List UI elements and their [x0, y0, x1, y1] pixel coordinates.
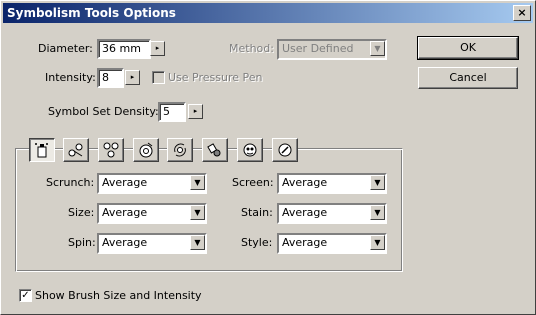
size-label: Size: — [68, 206, 95, 219]
pressure-pen-label: Use Pressure Pen — [168, 71, 263, 84]
chevron-down-icon: ▼ — [370, 41, 385, 56]
style-select[interactable]: Average ▼ — [277, 233, 387, 254]
density-slider-button[interactable]: ▸ — [188, 104, 203, 119]
tool-screener-tab[interactable] — [237, 138, 263, 162]
stain-label: Stain: — [241, 206, 273, 219]
stain-select[interactable]: Average ▼ — [277, 203, 387, 224]
density-field[interactable]: 5 — [158, 102, 186, 122]
diameter-slider-button[interactable]: ▸ — [150, 41, 165, 56]
stainer-icon — [207, 143, 221, 157]
tool-sprayer-tab[interactable] — [29, 138, 55, 162]
close-button[interactable]: × — [513, 5, 531, 21]
sprayer-icon — [35, 143, 48, 158]
chevron-down-icon[interactable]: ▼ — [190, 205, 205, 220]
scruncher-icon — [103, 142, 119, 158]
tool-styler-tab[interactable] — [272, 138, 298, 162]
method-select: User Defined ▼ — [277, 39, 387, 60]
intensity-slider-button[interactable]: ▸ — [125, 70, 140, 85]
method-value: User Defined — [282, 42, 354, 55]
show-brush-label: Show Brush Size and Intensity — [35, 289, 202, 302]
method-label: Method: — [229, 42, 274, 55]
chevron-down-icon[interactable]: ▼ — [370, 235, 385, 250]
sizer-icon — [139, 142, 153, 158]
style-value: Average — [282, 236, 328, 249]
window-title: Symbolism Tools Options — [7, 6, 176, 20]
spin-value: Average — [102, 236, 148, 249]
screen-label: Screen: — [232, 176, 274, 189]
pressure-pen-checkbox — [152, 71, 165, 84]
tool-shifter-tab[interactable] — [63, 138, 89, 162]
style-label: Style: — [241, 236, 273, 249]
size-value: Average — [102, 206, 148, 219]
screen-value: Average — [282, 176, 328, 189]
intensity-value: 8 — [102, 71, 109, 84]
screen-select[interactable]: Average ▼ — [277, 173, 387, 194]
intensity-field[interactable]: 8 — [97, 68, 124, 88]
density-value: 5 — [163, 105, 170, 118]
tool-scruncher-tab[interactable] — [98, 138, 124, 162]
intensity-label: Intensity: — [45, 71, 96, 84]
dialog-window: Symbolism Tools Options × Diameter: 36 m… — [0, 0, 536, 315]
spinner-icon — [174, 143, 186, 157]
ok-button[interactable]: OK — [417, 36, 519, 60]
chevron-down-icon[interactable]: ▼ — [190, 235, 205, 250]
spin-select[interactable]: Average ▼ — [97, 233, 207, 254]
size-select[interactable]: Average ▼ — [97, 203, 207, 224]
tool-spinner-tab[interactable] — [167, 138, 193, 162]
show-brush-checkbox[interactable]: ✓ — [19, 289, 32, 302]
title-bar[interactable]: Symbolism Tools Options × — [3, 3, 533, 23]
density-label: Symbol Set Density: — [48, 105, 159, 118]
diameter-label: Diameter: — [38, 42, 93, 55]
chevron-down-icon[interactable]: ▼ — [370, 175, 385, 190]
spin-label: Spin: — [68, 236, 96, 249]
styler-icon — [278, 143, 292, 157]
diameter-field[interactable]: 36 mm — [97, 39, 151, 59]
diameter-value: 36 mm — [102, 42, 141, 55]
cancel-button[interactable]: Cancel — [418, 67, 518, 89]
screener-icon — [243, 143, 257, 157]
scrunch-label: Scrunch: — [46, 176, 95, 189]
tool-sizer-tab[interactable] — [133, 138, 159, 162]
scrunch-select[interactable]: Average ▼ — [97, 173, 207, 194]
scrunch-value: Average — [102, 176, 148, 189]
stain-value: Average — [282, 206, 328, 219]
chevron-down-icon[interactable]: ▼ — [190, 175, 205, 190]
chevron-down-icon[interactable]: ▼ — [370, 205, 385, 220]
shifter-icon — [68, 143, 83, 157]
tool-stainer-tab[interactable] — [202, 138, 228, 162]
